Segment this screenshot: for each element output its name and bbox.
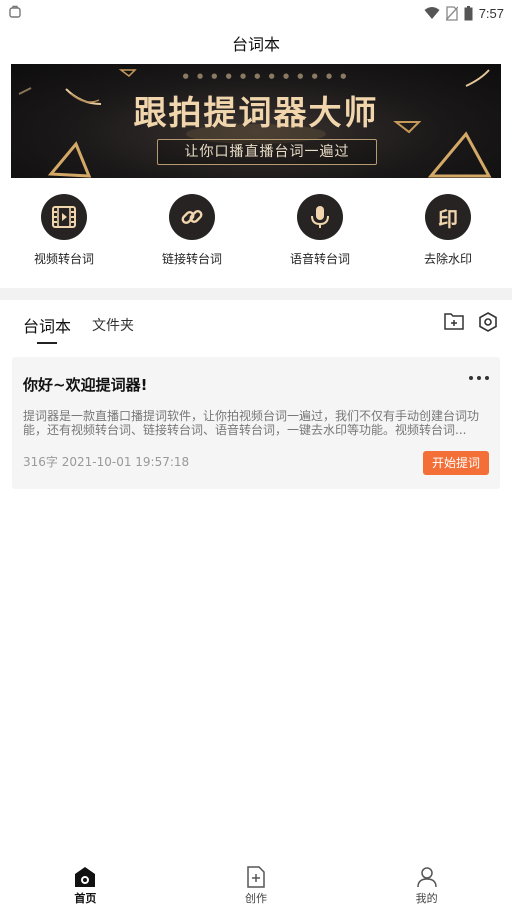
script-meta: 316字 2021-10-01 19:57:18: [23, 455, 190, 469]
script-card[interactable]: 你好~欢迎提词器! 提词器是一款直播口播提词软件，让你拍视频台词一遍过，我们不仅…: [12, 357, 500, 489]
script-title: 你好~欢迎提词器!: [23, 376, 148, 394]
feature-icon-circle: 印: [425, 194, 471, 240]
bottom-nav: 首页 创作 我的: [0, 860, 512, 911]
no-sim-icon: [445, 5, 458, 21]
tab-scripts[interactable]: 台词本: [23, 313, 71, 337]
nav-label: 首页: [74, 892, 97, 905]
feature-icon-circle: [297, 194, 343, 240]
seal-icon: 印: [438, 206, 458, 231]
promo-banner[interactable]: ● ● ● ● ● ● ● ● ● ● ● ● 跟拍提词器大师 让你口播直播台词…: [11, 64, 501, 178]
script-preview: 提词器是一款直播口播提词软件，让你拍视频台词一遍过，我们不仅有手动创建台词功能，…: [23, 409, 480, 437]
feature-label: 语音转台词: [289, 252, 350, 266]
nav-label: 我的: [415, 892, 438, 905]
feature-label: 视频转台词: [33, 252, 94, 266]
notification-icon: [9, 5, 21, 18]
profile-icon: [416, 867, 437, 888]
settings-icon[interactable]: [478, 312, 498, 332]
status-time: 7:57: [478, 5, 504, 21]
add-document-icon: [247, 866, 265, 888]
feature-icon-circle: [169, 194, 215, 240]
battery-icon: [464, 5, 473, 20]
active-tab-indicator: [37, 342, 57, 344]
tab-folders[interactable]: 文件夹: [92, 315, 134, 335]
start-prompter-button[interactable]: 开始提词: [422, 451, 489, 475]
feature-link-to-script[interactable]: 链接转台词: [128, 190, 256, 280]
feature-icon-circle: [41, 194, 87, 240]
link-icon: [181, 210, 203, 224]
nav-home[interactable]: 首页: [0, 860, 171, 911]
title-bar: 台词本: [0, 26, 512, 64]
feature-voice-to-script[interactable]: 语音转台词: [256, 190, 384, 280]
banner-subline: 让你口播直播台词一遍过: [157, 139, 377, 165]
page-title: 台词本: [231, 35, 280, 54]
wifi-icon: [424, 7, 440, 19]
status-bar: 7:57: [0, 0, 512, 26]
film-icon: [52, 206, 76, 228]
banner-headline: 跟拍提词器大师: [133, 93, 379, 132]
feature-label: 去除水印: [423, 252, 472, 266]
microphone-icon: [311, 206, 329, 228]
banner-dot-pattern: ● ● ● ● ● ● ● ● ● ● ● ●: [182, 72, 350, 80]
section-divider: [0, 288, 512, 300]
tab-actions: [444, 312, 498, 332]
nav-profile[interactable]: 我的: [341, 860, 512, 911]
home-icon: [75, 867, 96, 887]
new-folder-icon[interactable]: [444, 312, 464, 330]
feature-video-to-script[interactable]: 视频转台词: [0, 190, 128, 280]
feature-remove-watermark[interactable]: 印 去除水印: [384, 190, 512, 280]
feature-row: 视频转台词 链接转台词 语音转台词 印 去除水印: [0, 190, 512, 280]
nav-create[interactable]: 创作: [171, 860, 342, 911]
nav-label: 创作: [245, 892, 267, 905]
feature-label: 链接转台词: [161, 252, 222, 266]
more-options-icon[interactable]: [468, 371, 490, 385]
script-tabs: 台词本 文件夹: [0, 300, 512, 350]
